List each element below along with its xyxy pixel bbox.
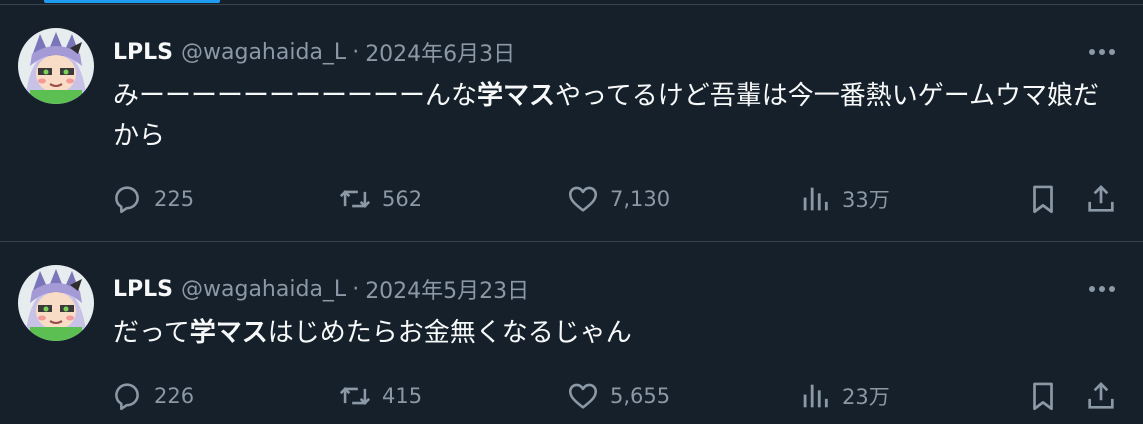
tweet-header: LPLS @wagahaida_L · 2024年5月23日 [113,272,529,306]
retweet-button[interactable]: 415 [338,376,422,416]
tweet[interactable]: LPLS @wagahaida_L · 2024年5月23日 だって学マスはじめ… [0,242,1143,424]
tweet-text-bold: 学マス [477,81,556,111]
share-button[interactable] [1084,179,1118,219]
views-count: 33万 [842,188,890,212]
bookmark-icon [1033,185,1053,214]
views-button[interactable]: 33万 [798,179,890,219]
like-count: 5,655 [610,384,671,408]
display-name[interactable]: LPLS [113,277,173,302]
like-count: 7,130 [610,187,671,211]
separator-dot: · [352,39,360,65]
tweet-text-part: みーーーーーーーーーーーんな [113,81,478,111]
views-button[interactable]: 23万 [798,376,890,416]
tweet-date[interactable]: 2024年6月3日 [365,36,515,68]
bookmark-button[interactable] [1026,179,1060,219]
more-options-button[interactable] [1085,35,1119,69]
tweet-header: LPLS @wagahaida_L · 2024年6月3日 [113,35,515,69]
retweet-count: 562 [382,187,423,211]
bar-chart-icon [803,187,828,211]
separator-dot: · [352,276,360,302]
views-count: 23万 [842,385,890,409]
speech-bubble-icon [115,383,139,411]
tweet[interactable]: LPLS @wagahaida_L · 2024年6月3日 みーーーーーーーーー… [0,5,1143,241]
bar-chart-icon [803,384,828,408]
reply-button[interactable]: 226 [110,376,194,416]
three-dots-icon [1089,286,1115,292]
retweet-button[interactable]: 562 [338,179,422,219]
share-upload-icon [1088,185,1114,212]
bookmark-icon [1033,382,1053,411]
tweet-text-part: はじめたらお金無くなるじゃん [267,318,632,348]
share-button[interactable] [1084,376,1118,416]
display-name[interactable]: LPLS [113,40,173,65]
heart-icon [568,383,598,409]
share-upload-icon [1088,382,1114,409]
tweet-actions: 226 415 5,655 23万 [110,376,1130,416]
more-options-button[interactable] [1085,272,1119,306]
retweet-arrows-icon [339,387,371,405]
retweet-count: 415 [382,384,423,408]
heart-icon [568,186,598,212]
retweet-arrows-icon [339,190,371,208]
avatar[interactable] [18,265,94,341]
like-button[interactable]: 7,130 [566,179,670,219]
user-handle[interactable]: @wagahaida_L [181,40,346,65]
tweet-text-part: だって [113,318,190,348]
tweet-actions: 225 562 7,130 33万 [110,179,1130,219]
tab-active-indicator [44,0,220,3]
reply-button[interactable]: 225 [110,179,194,219]
tweet-date[interactable]: 2024年5月23日 [365,273,529,305]
tweet-text: だって学マスはじめたらお金無くなるじゃん [113,313,1113,353]
speech-bubble-icon [115,186,139,214]
tweet-text: みーーーーーーーーーーーんな学マスやってるけど吾輩は今一番熱いゲームウマ娘だから [113,76,1113,156]
three-dots-icon [1089,49,1115,55]
avatar[interactable] [18,28,94,104]
reply-count: 226 [154,384,195,408]
user-handle[interactable]: @wagahaida_L [181,277,346,302]
timeline: LPLS @wagahaida_L · 2024年6月3日 みーーーーーーーーー… [0,0,1143,424]
tweet-text-bold: 学マス [189,318,268,348]
like-button[interactable]: 5,655 [566,376,670,416]
bookmark-button[interactable] [1026,376,1060,416]
reply-count: 225 [154,187,195,211]
